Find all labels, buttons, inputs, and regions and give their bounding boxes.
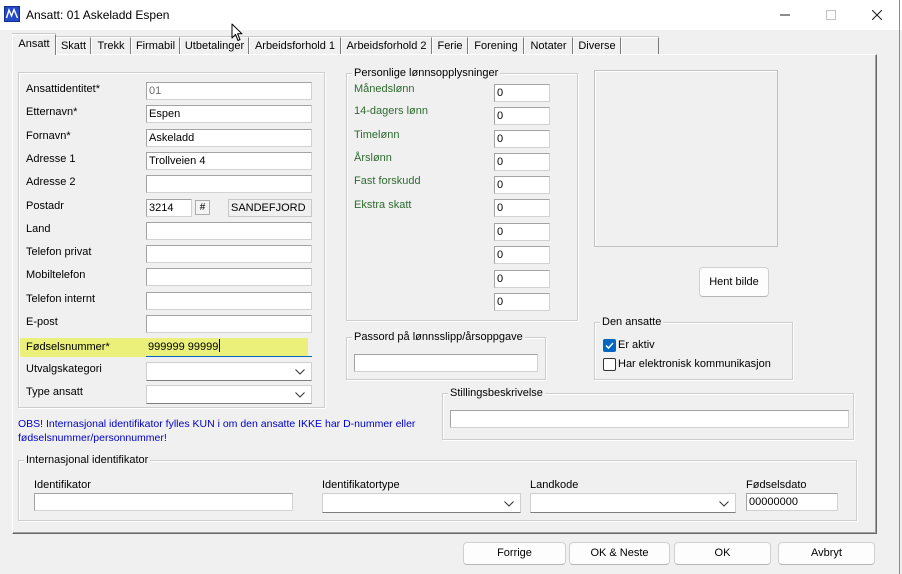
- text-caret: [219, 339, 221, 352]
- salary-extra-field-3[interactable]: 0: [494, 270, 550, 288]
- hourly-wage-label: Timelønn: [354, 129, 400, 141]
- active-checkbox[interactable]: [603, 339, 616, 352]
- salary-value: 0: [497, 156, 504, 168]
- selection-category-dropdown[interactable]: [146, 362, 312, 381]
- hourly-wage-field[interactable]: 0: [494, 130, 550, 148]
- tab-content-ansatt: Ansattidentitet* 01 Etternavn* Espen For…: [0, 0, 902, 574]
- ssn-value: 999999 99999: [148, 341, 219, 353]
- salary-value: 0: [497, 296, 504, 308]
- postal-lookup-button[interactable]: #: [195, 200, 210, 215]
- phone-internal-label: Telefon internt: [26, 293, 96, 305]
- postal-city-value: SANDEFJORD: [231, 202, 306, 214]
- selection-category-label: Utvalgskategori: [26, 363, 102, 375]
- salary-extra-field-4[interactable]: 0: [494, 293, 550, 311]
- ssn-label: Fødselsnummer*: [26, 341, 110, 353]
- salary-value: 0: [497, 202, 504, 214]
- last-name-value: Espen: [149, 108, 181, 120]
- country-label: Land: [26, 223, 51, 235]
- ssn-field[interactable]: 999999 99999: [146, 339, 312, 357]
- address1-field[interactable]: Trollveien 4: [146, 152, 312, 170]
- salary-value: 0: [497, 273, 504, 285]
- postal-code-field[interactable]: 3214: [146, 199, 192, 217]
- address1-label: Adresse 1: [26, 153, 76, 165]
- salary-value: 0: [497, 87, 504, 99]
- postal-code-value: 3214: [149, 202, 174, 214]
- mouse-pointer-icon: [231, 23, 243, 42]
- job-description-title: Stillingsbeskrivelse: [448, 387, 545, 400]
- last-name-label: Etternavn*: [26, 106, 78, 118]
- annual-salary-label: Årslønn: [354, 152, 392, 164]
- first-name-field[interactable]: Askeladd: [146, 129, 312, 147]
- first-name-value: Askeladd: [149, 132, 195, 144]
- salary-value: 0: [497, 249, 504, 261]
- employee-id-value: 01: [149, 85, 162, 97]
- salary-value: 0: [497, 226, 504, 238]
- postal-label: Postadr: [26, 200, 64, 212]
- birth-date-label: Fødselsdato: [746, 479, 807, 491]
- identifier-field[interactable]: [34, 493, 293, 511]
- identifier-label: Identifikator: [34, 479, 91, 491]
- checkmark-icon: [605, 342, 614, 350]
- fixed-advance-label: Fast forskudd: [354, 175, 421, 187]
- address1-value: Trollveien 4: [149, 155, 206, 167]
- active-checkbox-label[interactable]: Er aktiv: [618, 338, 655, 352]
- salary-extra-field-2[interactable]: 0: [494, 246, 550, 264]
- salary-value: 0: [497, 133, 504, 145]
- fixed-advance-field[interactable]: 0: [494, 176, 550, 194]
- biweekly-salary-field[interactable]: 0: [494, 107, 550, 125]
- mobile-label: Mobiltelefon: [26, 269, 86, 281]
- job-description-field[interactable]: [450, 410, 849, 428]
- country-code-dropdown[interactable]: [530, 493, 736, 513]
- international-id-notice-line-1: OBS! Internasjonal identifikator fylles …: [18, 418, 416, 430]
- password-group-title: Passord på lønnsslipp/årsoppgave: [352, 331, 525, 344]
- salary-group-title: Personlige lønnsopplysninger: [352, 67, 501, 80]
- postal-city-field: SANDEFJORD: [228, 199, 312, 217]
- chevron-down-icon: [719, 501, 729, 507]
- fetch-photo-button[interactable]: Hent bilde: [699, 267, 769, 297]
- employee-type-label: Type ansatt: [26, 386, 83, 398]
- identifier-type-label: Identifikatortype: [322, 479, 400, 491]
- employee-status-title: Den ansatte: [600, 316, 664, 329]
- phone-private-field[interactable]: [146, 245, 312, 263]
- employee-type-dropdown[interactable]: [146, 385, 312, 404]
- phone-private-label: Telefon privat: [26, 246, 92, 258]
- last-name-field[interactable]: Espen: [146, 105, 312, 123]
- electronic-communication-checkbox[interactable]: [603, 358, 616, 371]
- monthly-salary-field[interactable]: 0: [494, 84, 550, 102]
- salary-value: 0: [497, 179, 504, 191]
- employee-id-label: Ansattidentitet*: [26, 83, 100, 95]
- annual-salary-field[interactable]: 0: [494, 153, 550, 171]
- international-id-title: Internasjonal identifikator: [24, 454, 151, 467]
- password-field[interactable]: [354, 354, 538, 372]
- country-field[interactable]: [146, 222, 312, 240]
- address2-field[interactable]: [146, 175, 312, 193]
- monthly-salary-label: Månedslønn: [354, 83, 415, 95]
- email-label: E-post: [26, 316, 58, 328]
- extra-tax-field[interactable]: 0: [494, 199, 550, 217]
- phone-internal-field[interactable]: [146, 292, 312, 310]
- salary-extra-field-1[interactable]: 0: [494, 223, 550, 241]
- chevron-down-icon: [504, 501, 514, 507]
- mobile-field[interactable]: [146, 268, 312, 286]
- employee-id-field[interactable]: 01: [146, 82, 312, 100]
- salary-value: 0: [497, 110, 504, 122]
- country-code-label: Landkode: [530, 479, 579, 491]
- international-id-notice-line-2: fødselsnummer/personnummer!: [18, 432, 167, 444]
- birth-date-field[interactable]: 00000000: [746, 493, 838, 511]
- address2-label: Adresse 2: [26, 176, 76, 188]
- birth-date-value: 00000000: [749, 496, 798, 508]
- employee-photo-frame: [594, 70, 778, 247]
- chevron-down-icon: [295, 392, 305, 398]
- chevron-down-icon: [295, 369, 305, 375]
- email-field[interactable]: [146, 315, 312, 333]
- identifier-type-dropdown[interactable]: [322, 493, 521, 513]
- extra-tax-label: Ekstra skatt: [354, 199, 412, 211]
- first-name-label: Fornavn*: [26, 130, 71, 142]
- biweekly-salary-label: 14-dagers lønn: [354, 105, 428, 117]
- electronic-communication-label[interactable]: Har elektronisk kommunikasjon: [618, 357, 771, 371]
